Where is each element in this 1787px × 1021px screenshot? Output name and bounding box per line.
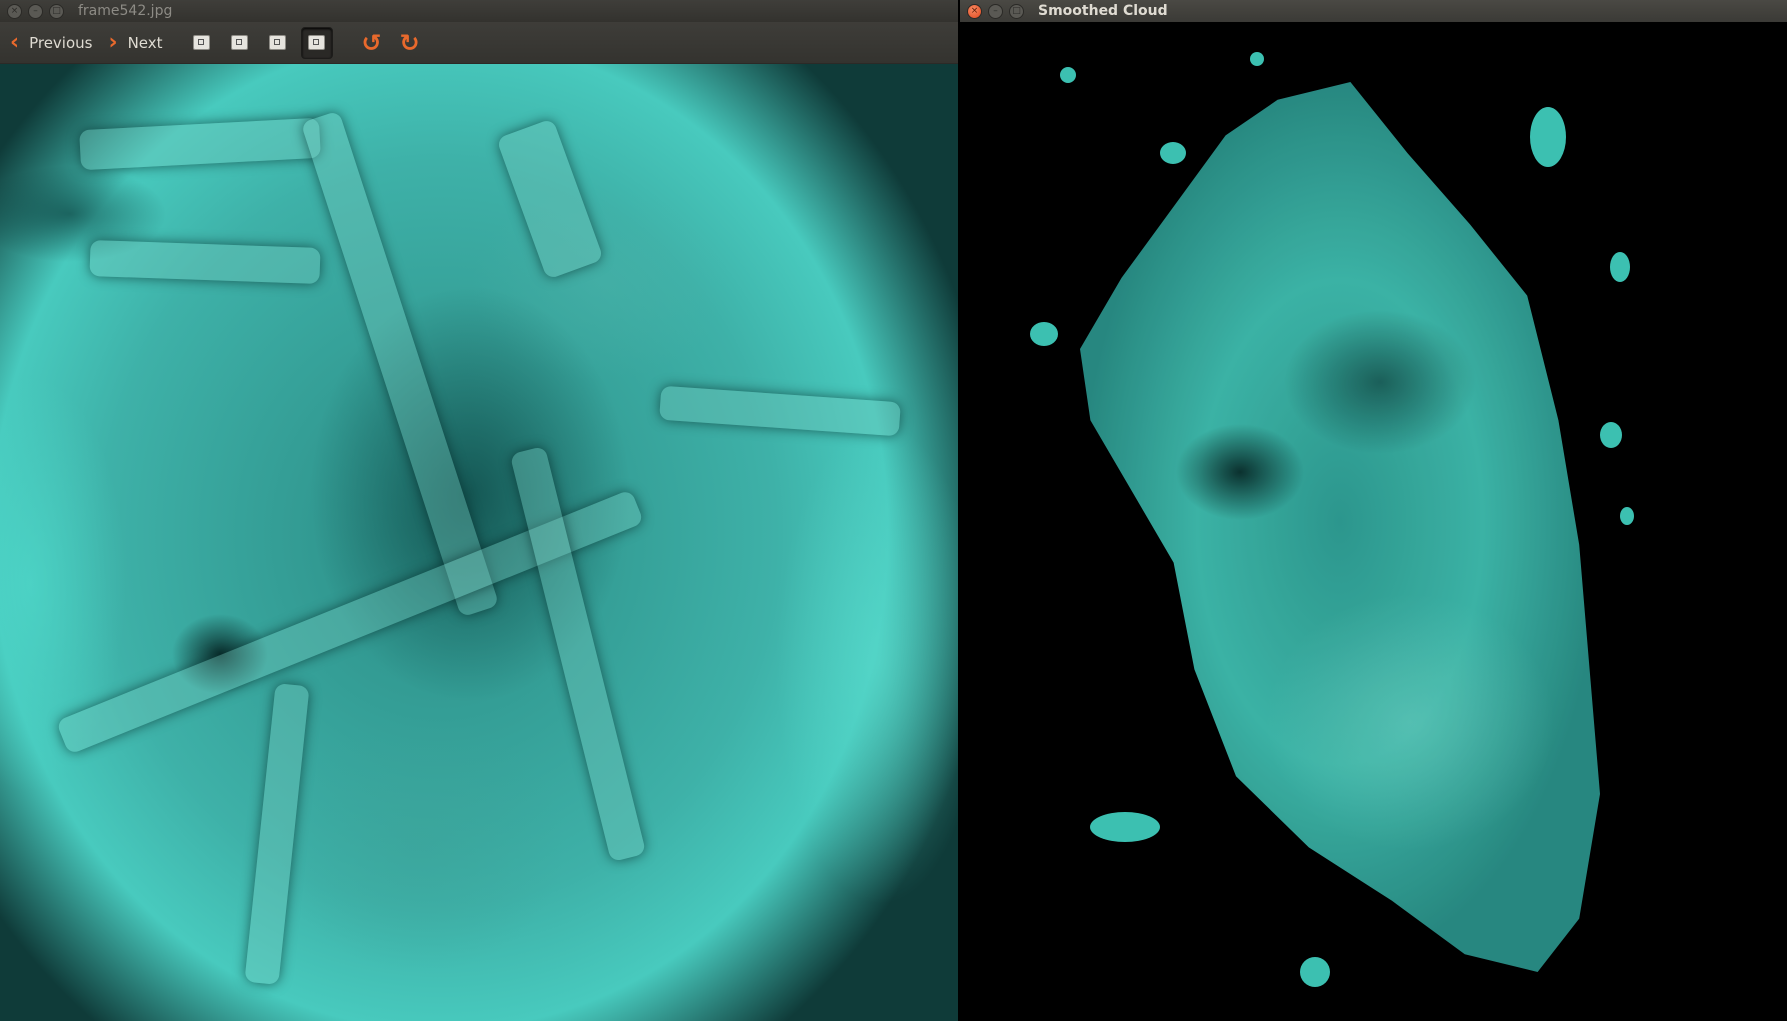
- zoom-best-fit-button[interactable]: [300, 26, 333, 59]
- rotate-right-icon: ↻: [399, 28, 420, 57]
- zoom-in-icon: [193, 35, 211, 50]
- cloud-fragment: [1250, 52, 1264, 66]
- maximize-icon: □: [52, 5, 61, 16]
- cloud-fragment: [1060, 67, 1076, 83]
- rotate-right-button[interactable]: ↻: [395, 28, 425, 58]
- close-button[interactable]: ×: [7, 3, 22, 19]
- cloud-fragment: [1090, 812, 1160, 842]
- point-cloud-model: [1080, 82, 1600, 972]
- cloud-fragment: [1160, 142, 1186, 164]
- rotate-left-button[interactable]: ↺: [357, 28, 387, 58]
- cloud-fragment: [1600, 422, 1622, 448]
- window-title: Smoothed Cloud: [1038, 3, 1168, 19]
- chevron-left-icon: ‹: [10, 29, 20, 55]
- photo-feature: [89, 239, 321, 285]
- minimize-button[interactable]: –: [988, 3, 1003, 19]
- window-controls: × – □: [967, 3, 1024, 19]
- zoom-fit-width-icon: [231, 35, 249, 50]
- photo-feature: [244, 683, 310, 985]
- zoom-fit-width-button[interactable]: [225, 28, 255, 58]
- cloud-fragment: [1610, 252, 1630, 282]
- cloud-fragment: [1030, 322, 1058, 346]
- minimize-icon: –: [993, 5, 998, 16]
- close-icon: ×: [10, 5, 19, 16]
- cloud-fragment: [1300, 957, 1330, 987]
- point-cloud-window: × – □ Smoothed Cloud: [960, 0, 1787, 1021]
- next-label: Next: [127, 33, 163, 52]
- photo-feature: [300, 110, 500, 618]
- minimize-button[interactable]: –: [28, 3, 43, 19]
- close-button[interactable]: ×: [967, 3, 982, 19]
- maximize-button[interactable]: □: [49, 3, 64, 19]
- point-cloud-titlebar[interactable]: × – □ Smoothed Cloud: [960, 0, 1787, 22]
- window-title: frame542.jpg: [78, 3, 173, 19]
- photo-feature: [496, 118, 604, 280]
- chevron-right-icon: ›: [108, 29, 118, 55]
- cloud-fragment: [1620, 507, 1634, 525]
- rotate-left-icon: ↺: [361, 28, 382, 57]
- close-icon: ×: [970, 5, 979, 16]
- viewer-toolbar: ‹ Previous › Next ↺ ↻: [0, 22, 958, 64]
- window-controls: × – □: [7, 3, 64, 19]
- zoom-fit-page-icon: [269, 35, 287, 50]
- underwater-photo: [0, 64, 958, 1021]
- cloud-fragment: [1530, 107, 1566, 167]
- minimize-icon: –: [33, 5, 38, 16]
- image-viewer-window: × – □ frame542.jpg ‹ Previous › Next ↺ ↻: [0, 0, 958, 1021]
- maximize-button[interactable]: □: [1009, 3, 1024, 19]
- maximize-icon: □: [1012, 5, 1021, 16]
- previous-button[interactable]: ‹ Previous: [10, 29, 93, 55]
- next-button[interactable]: › Next: [108, 29, 163, 55]
- photo-feature: [659, 385, 901, 437]
- photo-feature: [79, 117, 321, 171]
- point-cloud-viewport[interactable]: [960, 22, 1787, 1021]
- zoom-best-fit-icon: [308, 35, 326, 50]
- image-viewer-titlebar[interactable]: × – □ frame542.jpg: [0, 0, 958, 22]
- zoom-fit-page-button[interactable]: [263, 28, 293, 58]
- previous-label: Previous: [29, 33, 93, 52]
- zoom-in-button[interactable]: [187, 28, 217, 58]
